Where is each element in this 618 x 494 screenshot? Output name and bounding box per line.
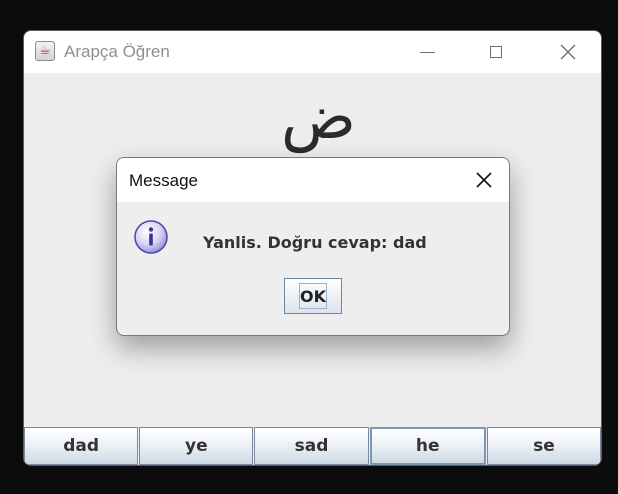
arabic-letter-display: ض: [281, 80, 356, 153]
maximize-icon: [490, 46, 502, 58]
window-title: Arapça Öğren: [64, 42, 170, 61]
answer-button-sad[interactable]: sad: [254, 427, 369, 465]
answer-button-se[interactable]: se: [486, 427, 601, 465]
close-icon: [476, 172, 492, 188]
dialog-titlebar[interactable]: Message: [117, 158, 509, 202]
dialog-title: Message: [129, 171, 198, 190]
answer-button-he[interactable]: he: [369, 427, 486, 465]
answer-button-dad[interactable]: dad: [24, 427, 139, 465]
dialog-message: Yanlis. Doğru cevap: dad: [203, 233, 427, 252]
close-icon: [560, 44, 576, 60]
close-button[interactable]: [545, 31, 591, 73]
answer-button-ye[interactable]: ye: [139, 427, 254, 465]
info-icon: [134, 220, 168, 254]
ok-button[interactable]: OK: [284, 278, 342, 314]
dialog-close-button[interactable]: [459, 158, 509, 202]
ok-button-label: OK: [299, 283, 327, 309]
message-dialog: Message Yanlis. Doğru cevap: dad OK: [116, 157, 510, 336]
minimize-button[interactable]: [404, 31, 450, 73]
maximize-button[interactable]: [473, 31, 519, 73]
minimize-icon: [419, 51, 435, 53]
window-titlebar[interactable]: ☕ Arapça Öğren: [24, 31, 601, 73]
answer-button-row: dad ye sad he se: [24, 427, 601, 465]
java-cup-icon: ☕: [35, 41, 55, 61]
